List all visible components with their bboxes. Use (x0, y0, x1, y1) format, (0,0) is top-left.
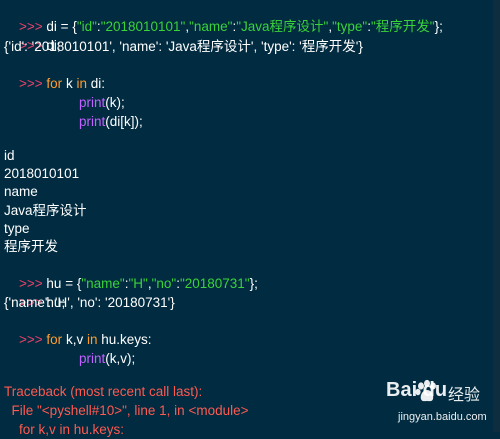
output-line: name (4, 184, 38, 199)
watermark-brand-cn: 经验 (448, 387, 481, 404)
output-line: 2018010101 (4, 166, 80, 181)
output-line: 程序开发 (4, 239, 58, 254)
input-line-print-kv: print(k,v); (79, 351, 136, 366)
vertical-scrollbar[interactable] (493, 0, 500, 432)
paw-logo-icon (415, 379, 436, 402)
output-line: id (4, 148, 15, 163)
watermark-url: jingyan.baidu.com (398, 411, 487, 423)
output-line: type (4, 221, 30, 236)
output-dict-hu: {'name': 'H', 'no': '20180731'} (4, 295, 175, 310)
output-line: Java程序设计 (4, 203, 87, 218)
python-shell-output[interactable]: >>> di = {"id":"2018010101","name":"Java… (0, 0, 493, 437)
traceback-file-line: File "<pyshell#10>", line 1, in <module> (4, 403, 249, 418)
baidu-jingyan-watermark: Bai du 经验 jingyan.baidu.com (384, 377, 500, 432)
traceback-header: Traceback (most recent call last): (4, 384, 203, 399)
output-dict-di: {'id': '2018010101', 'name': 'Java程序设计',… (4, 39, 363, 54)
traceback-code-line: for k,v in hu.keys: (4, 422, 125, 437)
input-line-print-dik: print(di[k]); (79, 114, 143, 129)
